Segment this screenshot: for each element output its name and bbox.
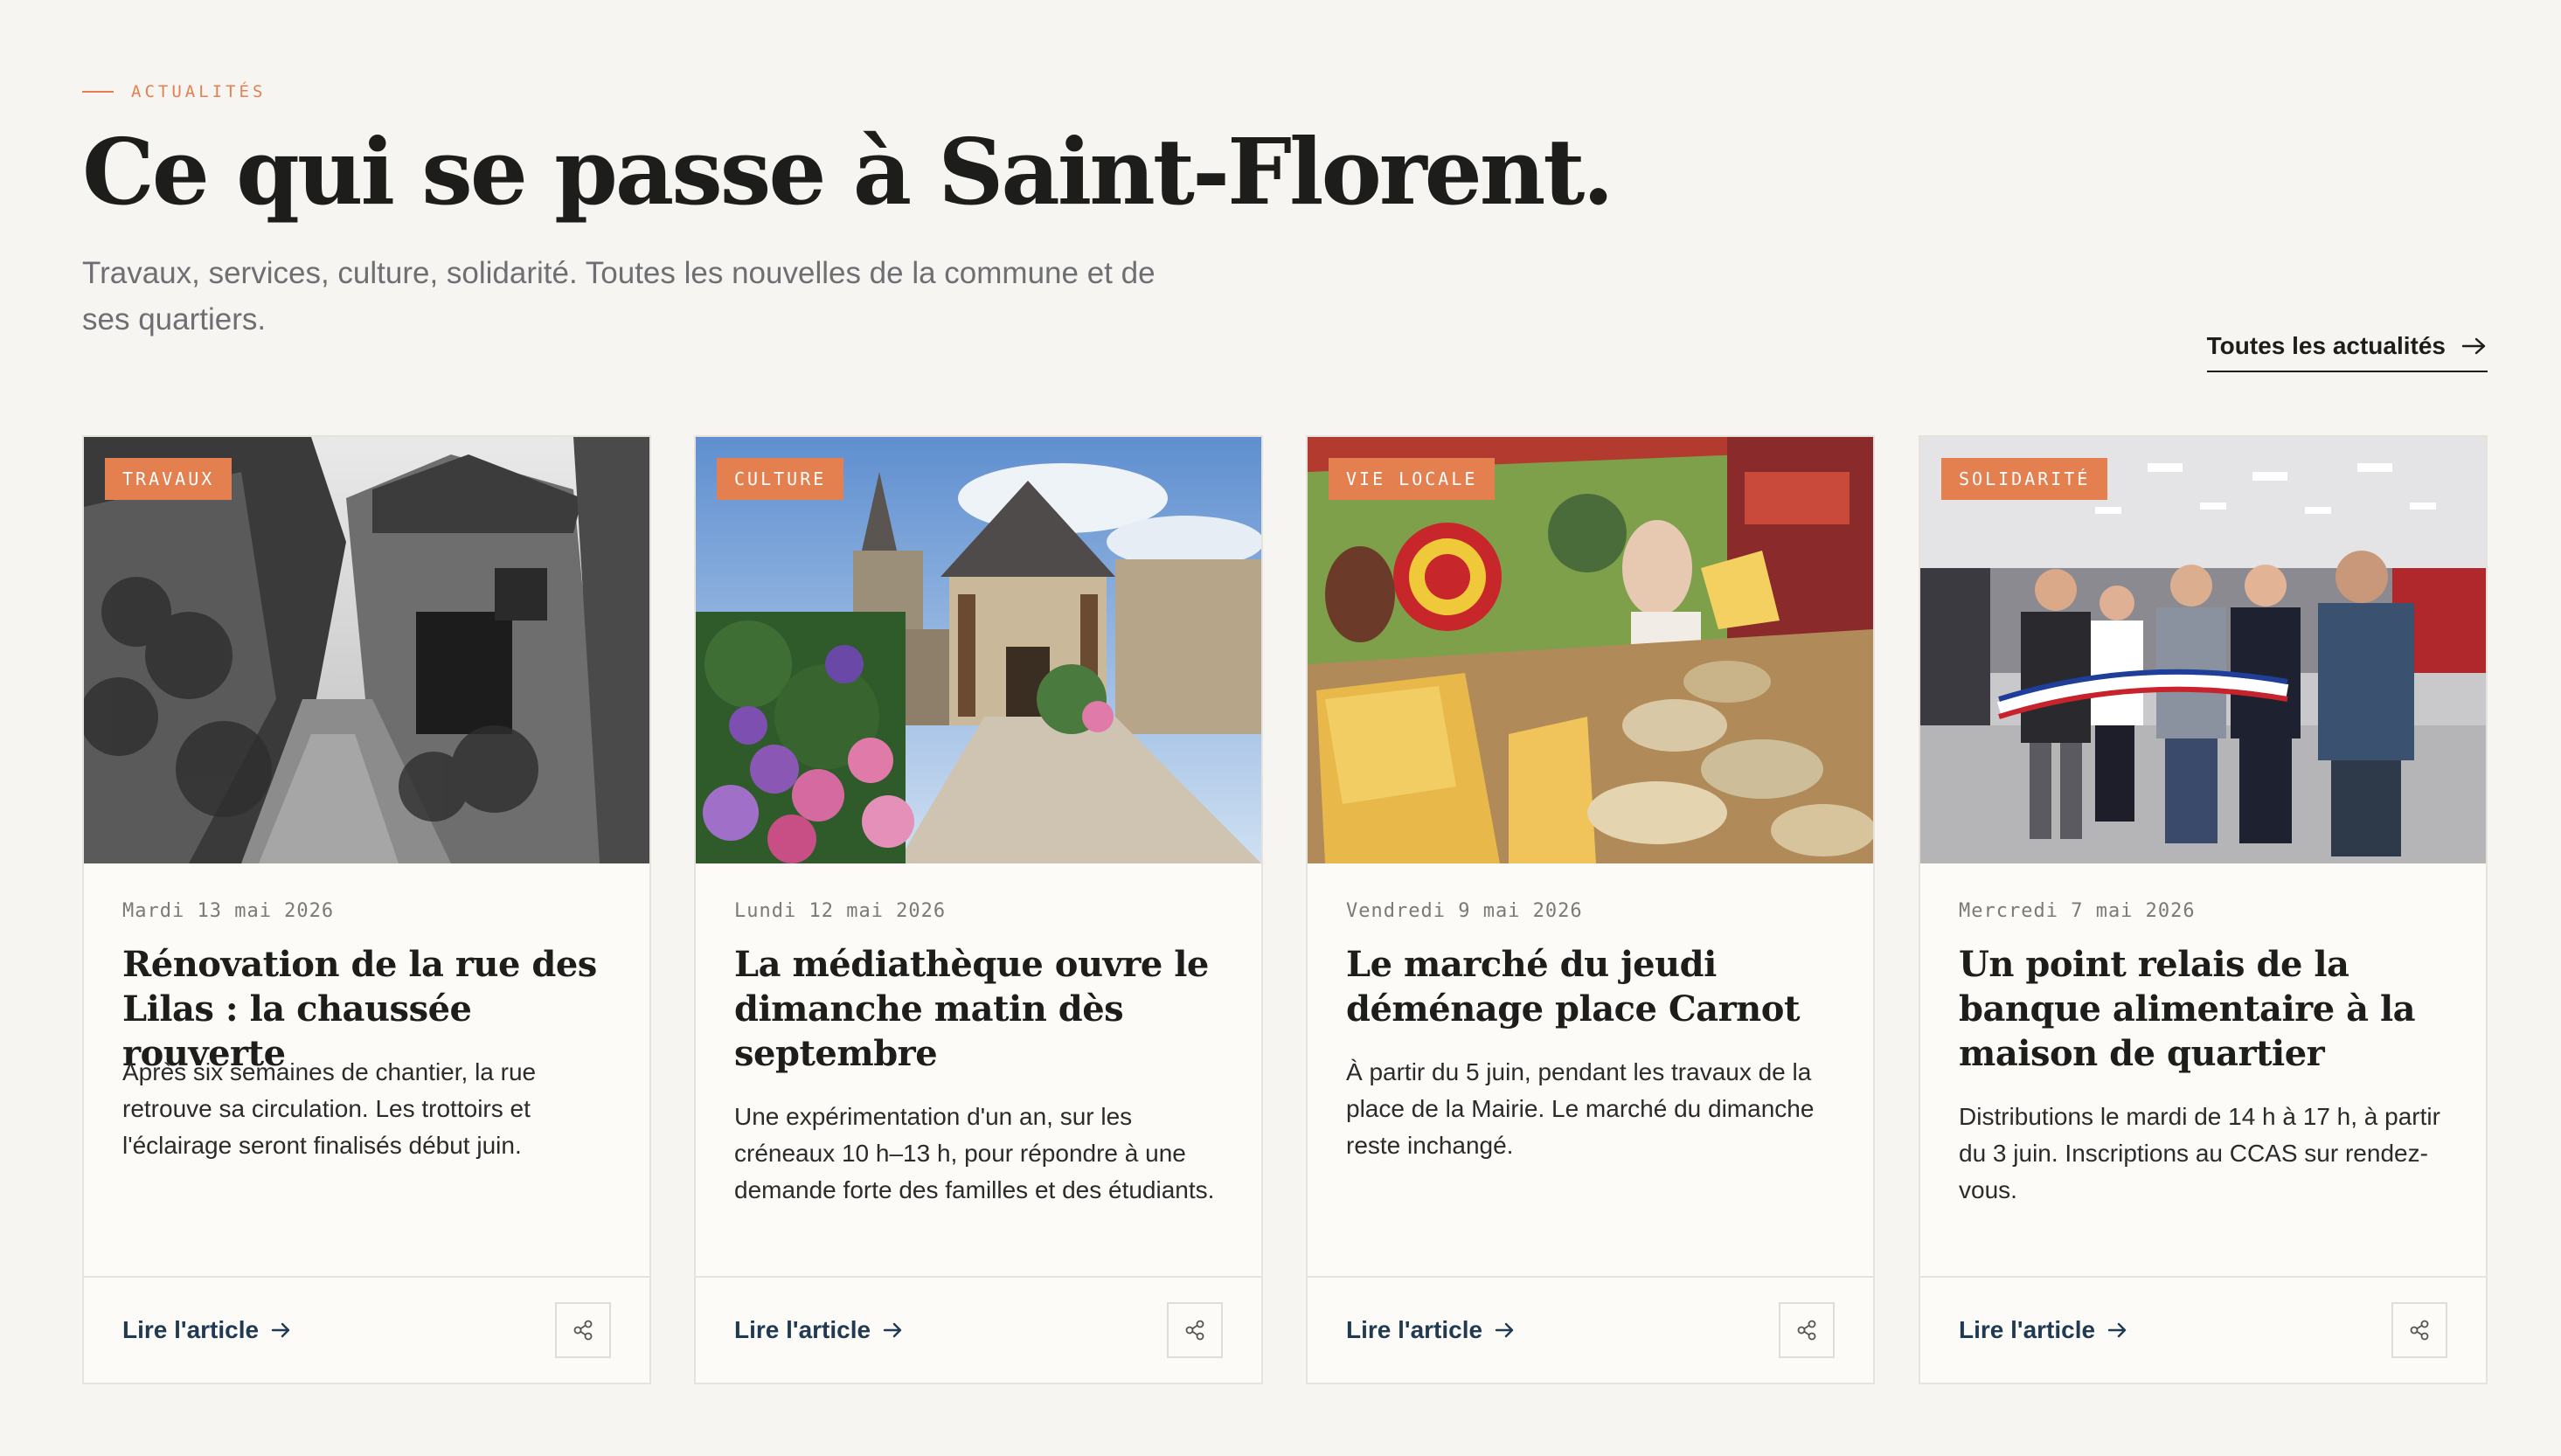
page-subtitle: Travaux, services, culture, solidarité. … [82,256,1156,336]
card-image[interactable] [696,437,1261,863]
section-eyebrow: Actualités [82,82,266,101]
news-card: VIE LOCALE Vendredi 9 mai 2026 Le marché… [1306,435,1875,1384]
share-icon [2410,1320,2429,1341]
card-excerpt: Distributions le mardi de 14 h à 17 h, à… [1959,1103,2440,1203]
card-date: Mercredi 7 mai 2026 [1959,900,2196,922]
ribbon-cutting-photo [1920,437,2486,863]
card-footer: Lire l'article [1920,1276,2486,1383]
read-article-link[interactable]: Lire l'article [122,1316,292,1344]
card-date: Lundi 12 mai 2026 [734,900,947,922]
category-tag: VIE LOCALE [1329,458,1496,500]
card-headline[interactable]: La médiathèque ouvre le dimanche matin d… [734,942,1232,1076]
share-button[interactable] [555,1302,611,1358]
card-headline[interactable]: Le marché du jeudi déménage place Carnot [1346,942,1844,1031]
page-title: Ce qui se passe à Saint-Florent. [82,118,1614,225]
all-news-label: Toutes les actualités [2206,332,2446,359]
arrow-right-icon [271,1322,290,1338]
read-article-label: Lire l'article [1959,1316,2096,1343]
news-card: SOLIDARITÉ Mercredi 7 mai 2026 Un point … [1919,435,2488,1384]
arrow-right-icon [2107,1322,2127,1338]
news-card-list: TRAVAUX Mardi 13 mai 2026 Rénovation de … [82,435,2488,1384]
arrow-right-icon [883,1322,902,1338]
village-photo [696,437,1261,863]
card-image[interactable] [1308,437,1873,863]
card-footer: Lire l'article [1308,1276,1873,1383]
read-article-link[interactable]: Lire l'article [1959,1316,2128,1344]
news-section: Actualités Ce qui se passe à Saint-Flore… [82,0,2488,1456]
card-image[interactable] [1920,437,2486,863]
share-button[interactable] [2391,1302,2447,1358]
street-photo [84,437,649,863]
arrow-right-icon [1495,1322,1514,1338]
card-date: Mardi 13 mai 2026 [122,900,335,922]
arrow-right-icon [2461,337,2486,355]
read-article-label: Lire l'article [1346,1316,1483,1343]
card-excerpt: Une expérimentation d'un an, sur les cré… [734,1103,1215,1203]
share-button[interactable] [1779,1302,1835,1358]
news-card: TRAVAUX Mardi 13 mai 2026 Rénovation de … [82,435,651,1384]
share-icon [1797,1320,1816,1341]
read-article-label: Lire l'article [734,1316,871,1343]
market-photo [1308,437,1873,863]
card-excerpt: À partir du 5 juin, pendant les travaux … [1346,1058,1815,1159]
share-icon [1185,1320,1204,1341]
eyebrow-label: Actualités [131,82,267,101]
card-excerpt: Après six semaines de chantier, la rue r… [122,1058,537,1159]
category-tag: CULTURE [717,458,844,500]
news-card: CULTURE Lundi 12 mai 2026 La médiathèque… [694,435,1263,1384]
eyebrow-dash [82,91,114,93]
card-date: Vendredi 9 mai 2026 [1346,900,1583,922]
card-headline[interactable]: Un point relais de la banque alimentaire… [1959,942,2457,1076]
category-tag: TRAVAUX [105,458,233,500]
category-tag: SOLIDARITÉ [1941,458,2108,500]
card-footer: Lire l'article [696,1276,1261,1383]
all-news-link[interactable]: Toutes les actualités [2206,332,2488,372]
read-article-link[interactable]: Lire l'article [1346,1316,1516,1344]
card-footer: Lire l'article [84,1276,649,1383]
share-icon [573,1320,593,1341]
read-article-link[interactable]: Lire l'article [734,1316,904,1344]
card-image[interactable] [84,437,649,863]
share-button[interactable] [1167,1302,1223,1358]
read-article-label: Lire l'article [122,1316,260,1343]
